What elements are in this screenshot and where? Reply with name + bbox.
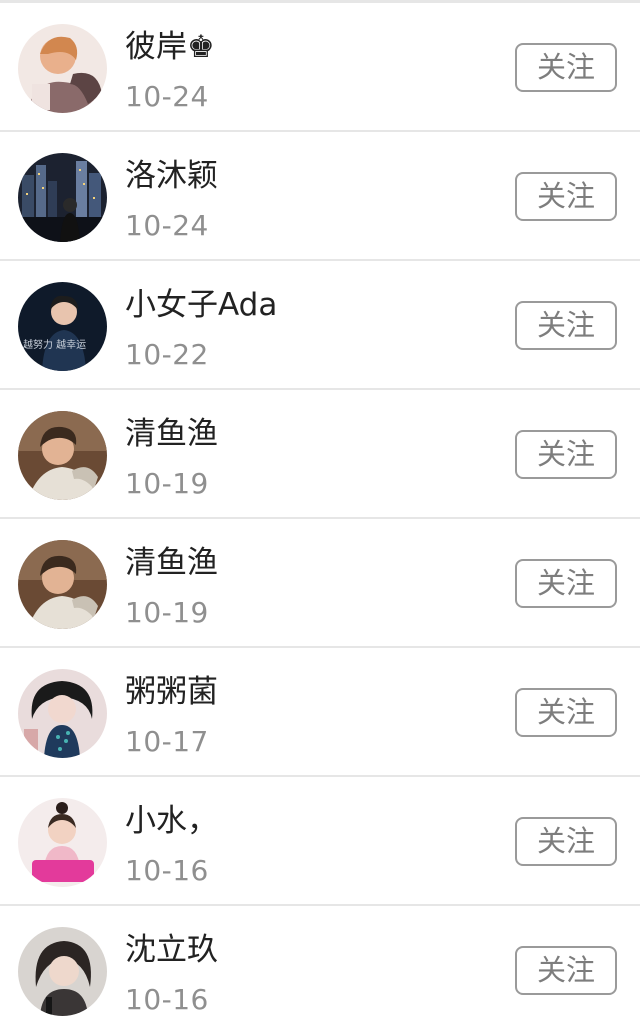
follow-date: 10-24 bbox=[125, 80, 209, 113]
avatar[interactable]: 越努力 越幸运 bbox=[18, 282, 107, 371]
list-item[interactable]: 粥粥菌 10-17 关注 bbox=[0, 648, 640, 775]
follow-button[interactable]: 关注 bbox=[515, 301, 617, 350]
avatar[interactable] bbox=[18, 669, 107, 758]
follow-button[interactable]: 关注 bbox=[515, 688, 617, 737]
avatar[interactable] bbox=[18, 411, 107, 500]
avatar[interactable] bbox=[18, 153, 107, 242]
list-item[interactable]: 彼岸♚ 10-24 关注 bbox=[0, 3, 640, 130]
avatar[interactable] bbox=[18, 927, 107, 1016]
list-item[interactable]: 清鱼渔 10-19 关注 bbox=[0, 519, 640, 646]
list-item[interactable]: 沈立玖 10-16 关注 bbox=[0, 906, 640, 1033]
user-name: 清鱼渔 bbox=[125, 416, 218, 452]
list-item[interactable]: 清鱼渔 10-19 关注 bbox=[0, 390, 640, 517]
list-item[interactable]: 小水， 10-16 关注 bbox=[0, 777, 640, 904]
user-name: 清鱼渔 bbox=[125, 545, 218, 581]
user-name: 彼岸♚ bbox=[125, 29, 215, 65]
follow-button[interactable]: 关注 bbox=[515, 43, 617, 92]
follow-date: 10-19 bbox=[125, 596, 209, 629]
follow-date: 10-22 bbox=[125, 338, 209, 371]
follow-date: 10-19 bbox=[125, 467, 209, 500]
follow-button[interactable]: 关注 bbox=[515, 946, 617, 995]
avatar[interactable] bbox=[18, 798, 107, 887]
follow-button[interactable]: 关注 bbox=[515, 559, 617, 608]
user-name: 粥粥菌 bbox=[125, 674, 218, 710]
avatar[interactable] bbox=[18, 540, 107, 629]
follow-date: 10-24 bbox=[125, 209, 209, 242]
follow-date: 10-17 bbox=[125, 725, 209, 758]
user-name: 小水， bbox=[125, 803, 218, 839]
follow-date: 10-16 bbox=[125, 983, 209, 1016]
avatar-caption: 越努力 越幸运 bbox=[23, 338, 86, 351]
follow-button[interactable]: 关注 bbox=[515, 172, 617, 221]
user-name: 沈立玖 bbox=[125, 932, 218, 968]
list-item[interactable]: 越努力 越幸运 小女子Ada 10-22 关注 bbox=[0, 261, 640, 388]
follow-button[interactable]: 关注 bbox=[515, 817, 617, 866]
follower-list: 彼岸♚ 10-24 关注 洛沐颖 10-24 关注 越努力 越幸运 小女子Ada… bbox=[0, 0, 640, 1033]
follow-button[interactable]: 关注 bbox=[515, 430, 617, 479]
user-name: 小女子Ada bbox=[125, 287, 278, 323]
user-name: 洛沐颖 bbox=[125, 158, 218, 194]
list-item[interactable]: 洛沐颖 10-24 关注 bbox=[0, 132, 640, 259]
follow-date: 10-16 bbox=[125, 854, 209, 887]
avatar[interactable] bbox=[18, 24, 107, 113]
